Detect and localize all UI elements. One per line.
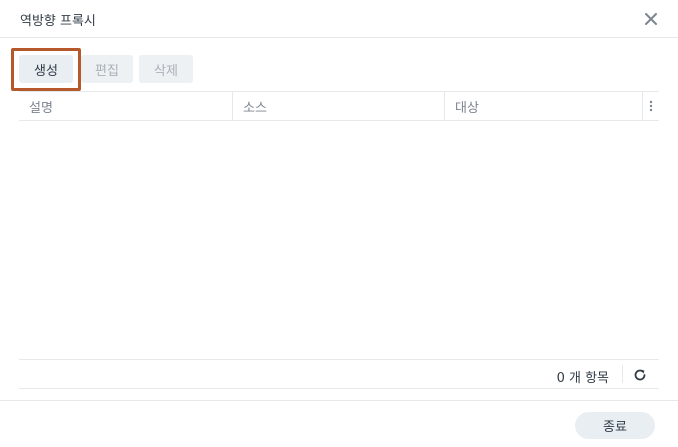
column-header-destination[interactable]: 대상 (444, 92, 642, 120)
reverse-proxy-dialog: 역방향 프록시 생성 편집 삭제 설명 소스 대상 0 개 항목 종료 (0, 0, 678, 447)
close-icon[interactable] (641, 10, 661, 28)
delete-button[interactable]: 삭제 (139, 55, 193, 83)
edit-button[interactable]: 편집 (81, 55, 133, 83)
item-count: 0 개 항목 (556, 371, 609, 386)
refresh-icon[interactable] (629, 364, 651, 386)
column-header-source[interactable]: 소스 (232, 92, 444, 120)
column-menu-icon[interactable] (642, 92, 659, 120)
create-button[interactable]: 생성 (19, 55, 73, 83)
close-button[interactable]: 종료 (575, 412, 655, 439)
footer-divider (622, 365, 623, 383)
dialog-titlebar: 역방향 프록시 (0, 0, 678, 38)
proxy-rules-table: 설명 소스 대상 0 개 항목 (19, 91, 659, 389)
column-header-description[interactable]: 설명 (19, 92, 232, 120)
table-footer: 0 개 항목 (19, 359, 659, 389)
dialog-footer: 종료 (0, 400, 678, 447)
toolbar: 생성 편집 삭제 (0, 38, 678, 91)
table-body (19, 121, 659, 359)
dialog-title: 역방향 프록시 (20, 14, 96, 29)
table-header: 설명 소스 대상 (19, 91, 659, 121)
